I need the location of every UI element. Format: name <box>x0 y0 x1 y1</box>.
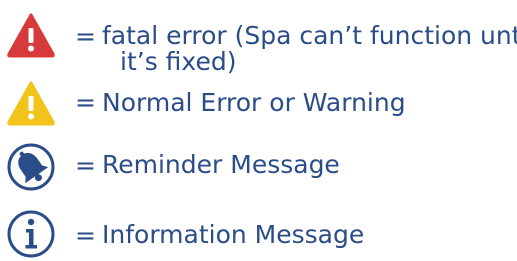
equals-sign: = <box>75 151 96 180</box>
fatal-error-icon <box>6 10 56 60</box>
fatal-error-label-line1: fatal error (Spa can’t function until <box>102 21 517 50</box>
fatal-error-label: fatal error (Spa can’t function until it… <box>102 23 517 75</box>
equals-sign: = <box>75 221 96 250</box>
icon-legend: = fatal error (Spa can’t function until … <box>0 0 517 261</box>
info-label: Information Message <box>102 220 365 249</box>
equals-sign: = <box>75 88 96 117</box>
bell-icon <box>6 142 56 192</box>
fatal-error-label-line2: it’s fixed) <box>120 47 237 76</box>
equals-sign: = <box>75 22 96 51</box>
warning-label: Normal Error or Warning <box>102 88 406 117</box>
info-icon <box>6 209 56 259</box>
warning-icon <box>6 78 56 128</box>
reminder-label: Reminder Message <box>102 150 340 179</box>
